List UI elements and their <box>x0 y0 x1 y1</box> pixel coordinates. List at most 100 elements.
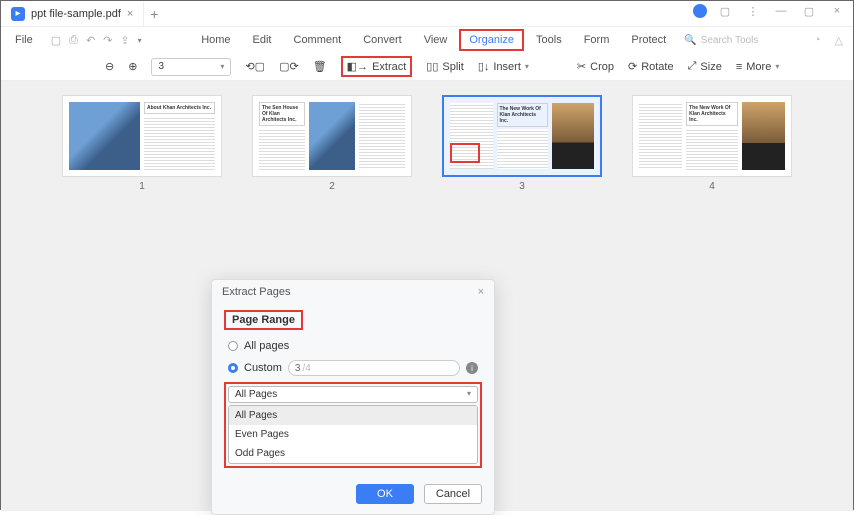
radio-label: Custom <box>244 362 282 374</box>
extract-label: Extract <box>372 61 406 73</box>
menu-comment[interactable]: Comment <box>290 32 346 48</box>
select-value: All Pages <box>235 389 277 400</box>
radio-icon <box>228 341 238 351</box>
extract-icon: ◧→ <box>347 60 368 73</box>
thumb-title: The Sen House Of Klan Architects Inc. <box>259 102 305 126</box>
insert-label: Insert <box>493 61 521 73</box>
title-bar-right: ▢ ⋮ — ▢ × <box>693 4 847 18</box>
size-label: Size <box>700 61 721 73</box>
tab-title: ppt file-sample.pdf <box>31 8 121 20</box>
rotate-right-icon[interactable]: ▢⟳ <box>279 60 299 73</box>
radio-all-pages[interactable]: All pages <box>224 336 482 356</box>
thumb-title: The New Work Of Klan Architects Inc. <box>686 102 738 126</box>
collapse-ribbon-icon[interactable]: △ <box>835 34 843 47</box>
custom-hint: /4 <box>302 363 310 374</box>
radio-checked-icon <box>228 363 238 373</box>
zoom-in-icon[interactable]: ⊕ <box>128 60 137 73</box>
page-range-label: Page Range <box>224 310 303 330</box>
insert-button[interactable]: ▯↓ Insert▾ <box>478 60 529 73</box>
dialog-close-button[interactable]: × <box>478 286 484 298</box>
extract-pages-dialog: Extract Pages × Page Range All pages Cus… <box>211 279 495 515</box>
dropdown-option-odd[interactable]: Odd Pages <box>229 444 477 463</box>
help-icon[interactable]: ◔ <box>814 34 821 46</box>
page-number-label: 2 <box>329 181 335 192</box>
thumb-title: About Khan Architects Inc. <box>144 102 215 114</box>
page-number-field[interactable]: 3 ▾ <box>151 58 231 76</box>
page-number-value: 3 <box>158 61 164 72</box>
menu-convert[interactable]: Convert <box>359 32 406 48</box>
search-tools[interactable]: 🔍 Search Tools <box>684 35 758 46</box>
menu-tools[interactable]: Tools <box>532 32 566 48</box>
page-number-label: 1 <box>139 181 145 192</box>
dropdown-option-all[interactable]: All Pages <box>229 406 477 425</box>
more-button[interactable]: ≡ More▾ <box>736 61 780 73</box>
page-filter-select-block: All Pages ▾ All Pages Even Pages Odd Pag… <box>224 382 482 468</box>
split-icon: ▯▯ <box>426 60 438 73</box>
quick-access: ▢ ⎙ ↶ ↷ ⇪ ▾ <box>51 34 142 47</box>
menu-file[interactable]: File <box>11 32 37 48</box>
info-icon[interactable]: i <box>466 362 478 374</box>
cancel-button[interactable]: Cancel <box>424 484 482 504</box>
page-filter-select[interactable]: All Pages ▾ <box>228 386 478 403</box>
custom-value: 3 <box>295 363 301 374</box>
zoom-out-icon[interactable]: ⊖ <box>105 60 114 73</box>
message-icon[interactable]: ▢ <box>715 5 735 18</box>
document-tab[interactable]: ▸ ppt file-sample.pdf × <box>1 2 144 26</box>
crop-icon: ✂ <box>577 60 586 73</box>
menu-form[interactable]: Form <box>580 32 614 48</box>
custom-range-input[interactable]: 3 /4 <box>288 360 460 376</box>
page-thumb-3[interactable]: The New Work Of Klan Architects Inc. 3 <box>442 95 602 192</box>
app-icon: ▸ <box>11 7 25 21</box>
insert-icon: ▯↓ <box>478 60 490 73</box>
delete-icon[interactable]: 🗑 <box>313 60 327 73</box>
dropdown-option-even[interactable]: Even Pages <box>229 425 477 444</box>
size-button[interactable]: ⤢ Size <box>688 60 722 73</box>
split-button[interactable]: ▯▯ Split <box>426 60 464 73</box>
crop-label: Crop <box>590 61 614 73</box>
more-icon: ≡ <box>736 61 742 73</box>
page-number-label: 4 <box>709 181 715 192</box>
extract-button[interactable]: ◧→ Extract <box>341 56 413 77</box>
crop-button[interactable]: ✂ Crop <box>577 60 614 73</box>
kebab-icon[interactable]: ⋮ <box>743 5 763 18</box>
highlight-box <box>459 29 524 51</box>
search-tools-label: Search Tools <box>701 35 759 46</box>
tab-add-button[interactable]: + <box>144 6 164 22</box>
title-bar: ▸ ppt file-sample.pdf × + ▢ ⋮ — ▢ × <box>1 1 853 27</box>
page-filter-dropdown: All Pages Even Pages Odd Pages <box>228 405 478 464</box>
menu-view[interactable]: View <box>420 32 452 48</box>
rotate-left-icon[interactable]: ⟲▢ <box>245 60 265 73</box>
dialog-title: Extract Pages <box>222 286 290 298</box>
close-window-button[interactable]: × <box>827 5 847 17</box>
print-icon[interactable]: ⎙ <box>69 34 78 47</box>
qa-caret-icon[interactable]: ▾ <box>138 36 142 45</box>
share-icon[interactable]: ⇪ <box>120 34 129 47</box>
page-thumb-4[interactable]: The New Work Of Klan Architects Inc. 4 <box>632 95 792 192</box>
page-thumb-1[interactable]: About Khan Architects Inc. 1 <box>62 95 222 192</box>
chevron-down-icon: ▾ <box>467 389 471 400</box>
minimize-button[interactable]: — <box>771 5 791 17</box>
menu-edit[interactable]: Edit <box>249 32 276 48</box>
maximize-button[interactable]: ▢ <box>799 5 819 18</box>
organize-toolbar: ⊖ ⊕ 3 ▾ ⟲▢ ▢⟳ 🗑 ◧→ Extract ▯▯ Split ▯↓ I… <box>1 53 853 81</box>
size-icon: ⤢ <box>688 60 697 73</box>
thumbnail-workspace: About Khan Architects Inc. 1 The Sen Hou… <box>1 81 853 511</box>
menu-bar: File ▢ ⎙ ↶ ↷ ⇪ ▾ Home Edit Comment Conve… <box>1 27 853 53</box>
redo-icon[interactable]: ↷ <box>103 34 112 47</box>
search-icon: 🔍 <box>684 35 696 46</box>
page-thumb-2[interactable]: The Sen House Of Klan Architects Inc. 2 <box>252 95 412 192</box>
tab-close-icon[interactable]: × <box>127 8 133 20</box>
radio-label: All pages <box>244 340 289 352</box>
rotate-icon: ⟳ <box>628 60 637 73</box>
menu-organize[interactable]: Organize <box>465 32 518 48</box>
user-avatar-icon[interactable] <box>693 4 707 18</box>
more-label: More <box>746 61 771 73</box>
menu-protect[interactable]: Protect <box>627 32 670 48</box>
rotate-button[interactable]: ⟳ Rotate <box>628 60 674 73</box>
ok-button[interactable]: OK <box>356 484 414 504</box>
save-icon[interactable]: ▢ <box>51 34 61 47</box>
radio-custom[interactable]: Custom 3 /4 i <box>224 356 482 380</box>
menu-home[interactable]: Home <box>197 32 234 48</box>
undo-icon[interactable]: ↶ <box>86 34 95 47</box>
page-number-label: 3 <box>519 181 525 192</box>
